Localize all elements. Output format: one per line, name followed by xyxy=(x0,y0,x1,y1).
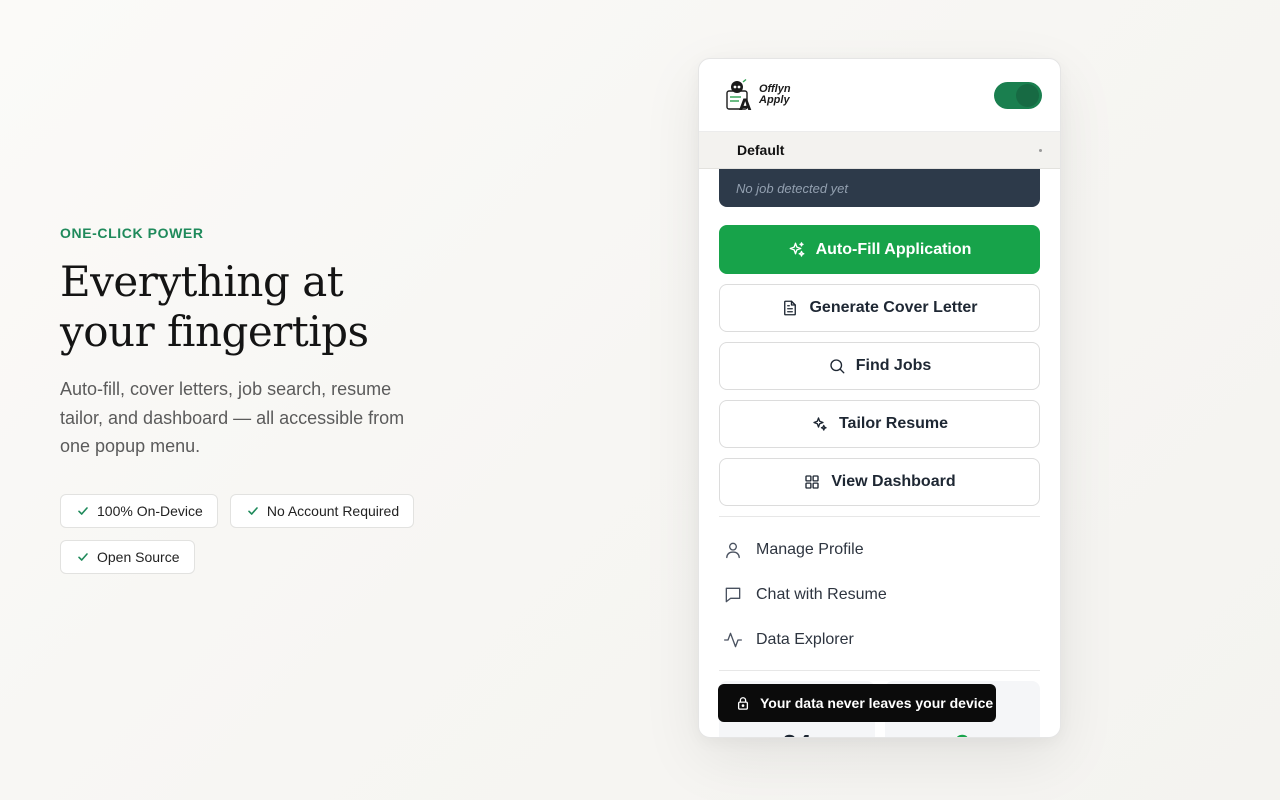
hero-eyebrow: ONE-CLICK POWER xyxy=(60,225,204,241)
popup-header: A Offlyn Apply xyxy=(699,59,1060,132)
auto-fill-label: Auto-Fill Application xyxy=(815,240,972,258)
hero-subtitle: Auto-fill, cover letters, job search, re… xyxy=(60,379,405,456)
stat-value: 24 xyxy=(782,731,811,737)
cover-letter-label: Generate Cover Letter xyxy=(809,299,978,316)
pill-on-device: 100% On-Device xyxy=(60,493,218,528)
view-dashboard-button[interactable]: View Dashboard xyxy=(719,458,1040,506)
check-icon xyxy=(78,506,88,515)
secondary-links: Manage Profile Chat with Resume Data Exp… xyxy=(699,517,1060,662)
robot-logo-icon: A xyxy=(726,79,752,111)
sparkles-icon xyxy=(813,417,827,431)
app-logo: A Offlyn Apply xyxy=(723,79,791,111)
find-jobs-label: Find Jobs xyxy=(855,357,932,374)
data-explorer-link[interactable]: Data Explorer xyxy=(723,617,1036,662)
lock-icon xyxy=(737,697,749,710)
enable-toggle[interactable] xyxy=(994,81,1042,109)
find-jobs-button[interactable]: Find Jobs xyxy=(719,342,1040,390)
document-icon xyxy=(784,300,797,316)
search-icon xyxy=(830,359,845,374)
pill-open-source: Open Source xyxy=(60,539,195,574)
check-icon xyxy=(78,552,88,561)
dot-icon xyxy=(1039,148,1042,152)
generate-cover-letter-button[interactable]: Generate Cover Letter xyxy=(719,284,1040,332)
stat-value: 3 xyxy=(955,731,969,737)
logo-text-line-2: Apply xyxy=(759,94,790,106)
profile-name: Default xyxy=(737,142,785,158)
manage-profile-link[interactable]: Manage Profile xyxy=(723,527,1036,572)
feature-pills: 100% On-Device No Account Required Open … xyxy=(60,493,440,574)
job-status-text: No job detected yet xyxy=(736,180,849,196)
privacy-toast: Your data never leaves your device xyxy=(718,684,996,722)
hero-headline: Everything at your fingertips xyxy=(60,257,440,357)
svg-text:A: A xyxy=(739,95,752,111)
headline-line-2: your fingertips xyxy=(60,307,369,356)
pill-label: 100% On-Device xyxy=(97,502,203,519)
headline-line-1: Everything at xyxy=(60,257,344,306)
data-explorer-label: Data Explorer xyxy=(756,630,854,648)
hero-section: ONE-CLICK POWER Everything at your finge… xyxy=(60,225,440,574)
chat-icon xyxy=(725,587,741,602)
job-status-box: No job detected yet xyxy=(719,169,1040,207)
tailor-resume-button[interactable]: Tailor Resume xyxy=(719,400,1040,448)
action-buttons: Auto-Fill Application Generate Cover Let… xyxy=(699,207,1060,506)
toast-message: Your data never leaves your device xyxy=(760,695,994,711)
view-dashboard-label: View Dashboard xyxy=(831,473,956,490)
chat-with-resume-label: Chat with Resume xyxy=(756,585,887,603)
sparkles-icon xyxy=(789,241,805,257)
extension-popup: A Offlyn Apply Default No job detected y… xyxy=(698,58,1061,738)
chat-with-resume-link[interactable]: Chat with Resume xyxy=(723,572,1036,617)
auto-fill-button[interactable]: Auto-Fill Application xyxy=(719,225,1040,274)
user-icon xyxy=(726,542,740,558)
pill-no-account: No Account Required xyxy=(229,493,415,528)
pill-label: No Account Required xyxy=(266,502,400,519)
pill-label: Open Source xyxy=(97,548,180,565)
profile-selector[interactable]: Default xyxy=(699,132,1060,169)
tailor-resume-label: Tailor Resume xyxy=(838,415,949,432)
check-icon xyxy=(248,506,258,515)
grid-icon xyxy=(805,475,820,489)
activity-icon xyxy=(724,632,742,647)
manage-profile-label: Manage Profile xyxy=(756,540,864,558)
